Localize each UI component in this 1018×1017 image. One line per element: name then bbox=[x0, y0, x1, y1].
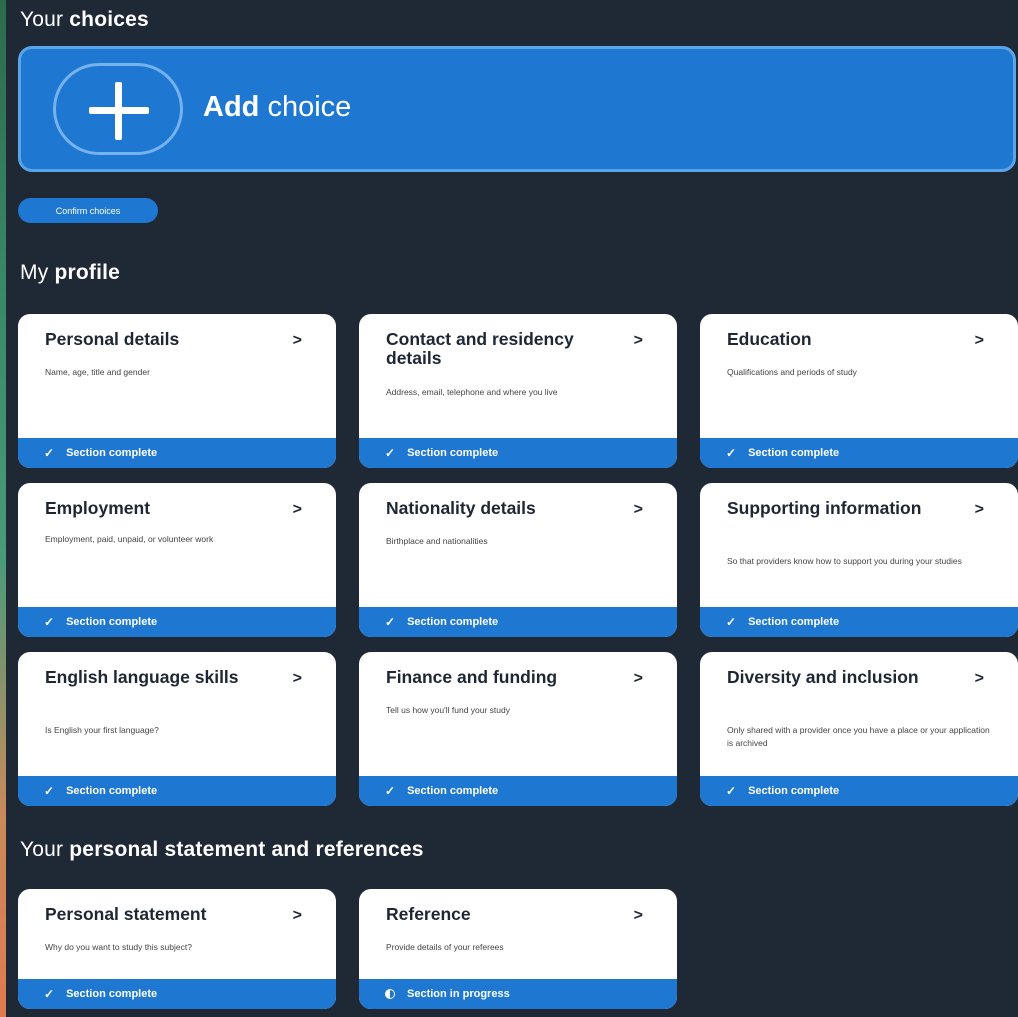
check-icon: ✓ bbox=[385, 784, 396, 798]
chevron-right-icon: > bbox=[292, 670, 302, 687]
profile-heading-bold: profile bbox=[54, 261, 121, 284]
half-circle-icon bbox=[385, 989, 395, 999]
check-icon: ✓ bbox=[726, 615, 737, 629]
card-english-language-skills[interactable]: English language skills > Is English you… bbox=[18, 652, 336, 806]
status-label: Section complete bbox=[407, 616, 499, 628]
card-description: Qualifications and periods of study bbox=[727, 367, 857, 377]
profile-heading: My profile bbox=[20, 261, 120, 285]
card-description: Only shared with a provider once you hav… bbox=[727, 725, 990, 748]
status-label: Section complete bbox=[407, 785, 499, 797]
card-title: Reference bbox=[386, 904, 471, 924]
status-badge: Section in progress bbox=[359, 979, 677, 1009]
status-label: Section complete bbox=[748, 785, 840, 797]
statement-heading-prefix: Your bbox=[20, 838, 64, 861]
card-education[interactable]: Education > Qualifications and periods o… bbox=[700, 314, 1018, 468]
card-description: Provide details of your referees bbox=[386, 942, 504, 952]
status-label: Section complete bbox=[66, 988, 158, 1000]
card-title: Education bbox=[727, 329, 812, 349]
card-description: Name, age, title and gender bbox=[45, 367, 150, 377]
check-icon: ✓ bbox=[726, 784, 737, 798]
status-badge: ✓ Section complete bbox=[700, 438, 1018, 468]
card-title: English language skills bbox=[45, 667, 239, 687]
card-description: Why do you want to study this subject? bbox=[45, 942, 192, 952]
status-badge: ✓ Section complete bbox=[700, 607, 1018, 637]
statement-heading-bold: personal statement and references bbox=[69, 838, 424, 861]
card-title: Diversity and inclusion bbox=[727, 667, 919, 687]
card-description: Address, email, telephone and where you … bbox=[386, 387, 558, 397]
status-badge: ✓ Section complete bbox=[18, 607, 336, 637]
add-choice-label-bold: Add bbox=[203, 91, 260, 123]
card-nationality-details[interactable]: Nationality details > Birthplace and nat… bbox=[359, 483, 677, 637]
confirm-choices-button[interactable]: Confirm choices bbox=[18, 198, 158, 223]
chevron-right-icon: > bbox=[974, 501, 984, 518]
plus-icon bbox=[53, 63, 183, 155]
chevron-right-icon: > bbox=[292, 907, 302, 924]
card-title: Nationality details bbox=[386, 498, 536, 518]
status-badge: ✓ Section complete bbox=[18, 979, 336, 1009]
check-icon: ✓ bbox=[385, 446, 396, 460]
chevron-right-icon: > bbox=[974, 670, 984, 687]
add-choice-label: Add choice bbox=[203, 91, 351, 124]
chevron-right-icon: > bbox=[633, 501, 643, 518]
card-reference[interactable]: Reference > Provide details of your refe… bbox=[359, 889, 677, 1009]
status-label: Section complete bbox=[66, 785, 158, 797]
card-description: So that providers know how to support yo… bbox=[727, 556, 962, 566]
statement-heading: Your personal statement and references bbox=[20, 838, 424, 862]
chevron-right-icon: > bbox=[974, 332, 984, 349]
chevron-right-icon: > bbox=[292, 332, 302, 349]
card-title: Personal statement bbox=[45, 904, 207, 924]
card-title: Supporting information bbox=[727, 498, 922, 518]
chevron-right-icon: > bbox=[292, 501, 302, 518]
status-label: Section complete bbox=[748, 616, 840, 628]
card-employment[interactable]: Employment > Employment, paid, unpaid, o… bbox=[18, 483, 336, 637]
chevron-right-icon: > bbox=[633, 332, 643, 349]
check-icon: ✓ bbox=[44, 446, 55, 460]
status-label: Section complete bbox=[407, 447, 499, 459]
check-icon: ✓ bbox=[44, 784, 55, 798]
card-description: Employment, paid, unpaid, or volunteer w… bbox=[45, 534, 214, 544]
status-badge: ✓ Section complete bbox=[18, 438, 336, 468]
check-icon: ✓ bbox=[385, 615, 396, 629]
status-badge: ✓ Section complete bbox=[359, 607, 677, 637]
card-contact-residency[interactable]: Contact and residency details > Address,… bbox=[359, 314, 677, 468]
card-diversity-inclusion[interactable]: Diversity and inclusion > Only shared wi… bbox=[700, 652, 1018, 806]
status-label: Section complete bbox=[66, 447, 158, 459]
status-label: Section complete bbox=[66, 616, 158, 628]
status-badge: ✓ Section complete bbox=[18, 776, 336, 806]
status-label: Section complete bbox=[748, 447, 840, 459]
chevron-right-icon: > bbox=[633, 907, 643, 924]
check-icon: ✓ bbox=[726, 446, 737, 460]
card-title: Finance and funding bbox=[386, 667, 558, 687]
card-description: Is English your first language? bbox=[45, 725, 159, 735]
card-finance-funding[interactable]: Finance and funding > Tell us how you'll… bbox=[359, 652, 677, 806]
add-choice-label-rest: choice bbox=[267, 91, 352, 123]
check-icon: ✓ bbox=[44, 615, 55, 629]
choices-heading: Your choices bbox=[20, 8, 149, 32]
choices-heading-prefix: Your bbox=[20, 8, 64, 31]
check-icon: ✓ bbox=[44, 987, 55, 1001]
card-title: Employment bbox=[45, 498, 151, 518]
card-title: Personal details bbox=[45, 329, 180, 349]
status-badge: ✓ Section complete bbox=[359, 438, 677, 468]
choices-heading-bold: choices bbox=[69, 8, 149, 31]
card-description: Birthplace and nationalities bbox=[386, 536, 488, 546]
status-label: Section in progress bbox=[407, 988, 510, 1000]
profile-heading-prefix: My bbox=[20, 261, 49, 284]
card-personal-statement[interactable]: Personal statement > Why do you want to … bbox=[18, 889, 336, 1009]
left-edge-strip bbox=[0, 0, 6, 1017]
status-badge: ✓ Section complete bbox=[700, 776, 1018, 806]
card-description: Tell us how you'll fund your study bbox=[386, 705, 510, 715]
card-personal-details[interactable]: Personal details > Name, age, title and … bbox=[18, 314, 336, 468]
card-title: Contact and residency details bbox=[386, 329, 574, 368]
chevron-right-icon: > bbox=[633, 670, 643, 687]
add-choice-button[interactable]: Add choice bbox=[18, 46, 1016, 172]
card-supporting-information[interactable]: Supporting information > So that provide… bbox=[700, 483, 1018, 637]
status-badge: ✓ Section complete bbox=[359, 776, 677, 806]
